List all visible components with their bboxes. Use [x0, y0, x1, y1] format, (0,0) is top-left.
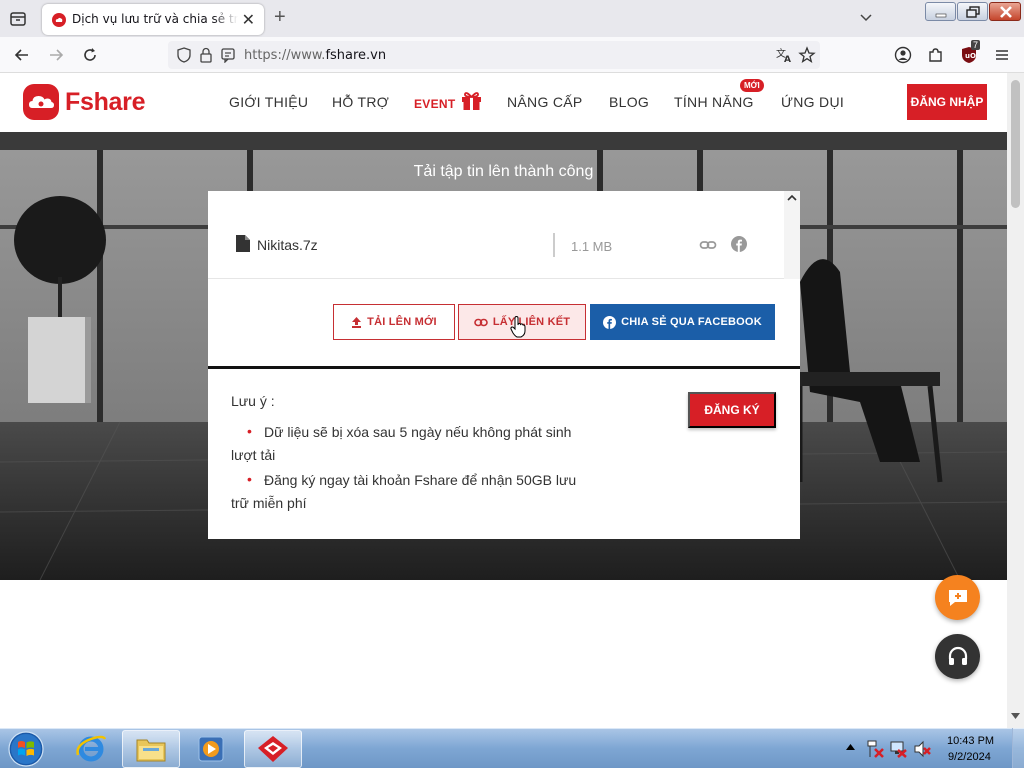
note-item: • Dữ liệu sẽ bị xóa sau 5 ngày nếu không …: [231, 421, 581, 467]
fshare-logo-icon: [23, 84, 59, 120]
account-icon[interactable]: [893, 45, 913, 65]
shield-icon[interactable]: [176, 47, 192, 66]
lock-icon[interactable]: [199, 47, 213, 66]
menu-upgrade[interactable]: NÂNG CẤP: [507, 94, 583, 110]
hero-section: Tải tập tin lên thành công Nikitas.7z 1.…: [0, 132, 1007, 580]
fshare-taskbar-icon[interactable]: [244, 730, 302, 768]
gift-icon[interactable]: [460, 89, 483, 114]
chat-button[interactable]: [935, 575, 980, 620]
note-title: Lưu ý :: [231, 393, 275, 409]
upload-success-title: Tải tập tin lên thành công: [413, 163, 594, 180]
bullet: •: [247, 423, 252, 439]
tab-title: Dịch vụ lưu trữ và chia sẻ trực tuyến: [72, 12, 238, 26]
logo-text: Fshare: [65, 87, 146, 116]
page-scrollbar[interactable]: [1007, 73, 1024, 728]
site-header: Fshare GIỚI THIỆU HỖ TRỢ EVENT NÂNG CẤP …: [0, 73, 1007, 132]
new-badge: MỚI: [740, 79, 764, 92]
extension-badge: 7: [971, 40, 981, 50]
register-button[interactable]: ĐĂNG KÝ: [688, 392, 776, 428]
network-icon[interactable]: [889, 740, 907, 758]
svg-text:uO: uO: [965, 52, 976, 60]
link-icon: [474, 318, 488, 326]
permissions-icon[interactable]: [220, 47, 236, 66]
svg-text:A: A: [784, 55, 791, 64]
fshare-logo[interactable]: Fshare: [23, 84, 145, 120]
fshare-favicon: [52, 13, 66, 30]
url-domain: fshare.vn: [325, 48, 387, 63]
back-icon[interactable]: [12, 45, 32, 65]
window-close-button[interactable]: [989, 2, 1021, 21]
url-bar[interactable]: https://www.fshare.vn 文A: [168, 41, 820, 69]
tab-list-icon[interactable]: [8, 9, 28, 29]
explorer-icon[interactable]: [122, 730, 180, 768]
note-item-text: Đăng ký ngay tài khoản Fshare để nhận 50…: [231, 472, 577, 511]
upload-result-card: Nikitas.7z 1.1 MB TẢI LÊN MỚI LẤY LIÊN K…: [208, 191, 800, 366]
share-facebook-label: CHIA SẺ QUA FACEBOOK: [621, 316, 762, 328]
window-restore-button[interactable]: [957, 2, 988, 21]
menu-about[interactable]: GIỚI THIỆU: [229, 94, 308, 110]
translate-icon[interactable]: 文A: [775, 46, 793, 67]
scroll-down-arrow-icon[interactable]: [1011, 713, 1020, 720]
window-minimize-button[interactable]: [925, 2, 956, 21]
ie-icon[interactable]: [62, 730, 120, 768]
ublock-icon[interactable]: uO 7: [959, 40, 981, 65]
forward-icon[interactable]: [46, 45, 66, 65]
tab-close-button[interactable]: ✕: [242, 10, 255, 30]
menu-blog[interactable]: BLOG: [609, 94, 649, 110]
extensions-icon[interactable]: [926, 45, 946, 65]
show-desktop-button[interactable]: [1012, 728, 1024, 768]
chat-icon: [948, 589, 967, 606]
reload-icon[interactable]: [80, 45, 100, 65]
support-button[interactable]: [935, 634, 980, 679]
action-center-icon[interactable]: [866, 740, 884, 758]
upload-icon: [352, 316, 362, 328]
link-icon[interactable]: [699, 236, 717, 257]
url-prefix: https://www.: [244, 48, 326, 63]
url-text: https://www.fshare.vn: [244, 48, 386, 63]
windows-taskbar: 10:43 PM 9/2/2024: [0, 728, 1024, 768]
facebook-icon[interactable]: [731, 236, 747, 255]
bookmark-star-icon[interactable]: [798, 46, 816, 67]
hand-cursor-icon: [510, 316, 526, 338]
menu-features[interactable]: TÍNH NĂNG: [674, 94, 754, 110]
windows-start-icon[interactable]: [4, 730, 48, 768]
bullet: •: [247, 471, 252, 487]
login-button[interactable]: ĐĂNG NHẬP: [907, 84, 987, 120]
file-icon: [235, 234, 251, 256]
clock-date[interactable]: 9/2/2024: [948, 751, 991, 763]
file-name: Nikitas.7z: [257, 237, 318, 253]
uploaded-file-row: Nikitas.7z 1.1 MB: [208, 191, 784, 279]
note-item: • Đăng ký ngay tài khoản Fshare để nhận 5…: [231, 469, 581, 515]
browser-nav-bar: https://www.fshare.vn 文A uO 7: [0, 37, 1024, 73]
media-player-icon[interactable]: [182, 730, 240, 768]
facebook-icon: [603, 315, 617, 329]
upload-new-button[interactable]: TẢI LÊN MỚI: [333, 304, 455, 340]
chevron-down-icon[interactable]: [858, 10, 874, 29]
file-size: 1.1 MB: [571, 239, 613, 254]
browser-tab-active[interactable]: Dịch vụ lưu trữ và chia sẻ trực tuyến ✕: [42, 4, 264, 35]
note-item-text: Dữ liệu sẽ bị xóa sau 5 ngày nếu không p…: [231, 424, 572, 463]
headset-icon: [948, 646, 967, 665]
menu-event[interactable]: EVENT: [414, 97, 456, 111]
tray-expand-icon[interactable]: [846, 744, 855, 751]
note-card: Lưu ý : • Dữ liệu sẽ bị xóa sau 5 ngày nế…: [208, 366, 800, 539]
menu-icon[interactable]: [992, 45, 1012, 65]
get-link-label: LẤY LIÊN KẾT: [492, 316, 571, 328]
card-scrollbar[interactable]: [784, 191, 800, 279]
clock-time[interactable]: 10:43 PM: [947, 735, 994, 747]
new-tab-button[interactable]: +: [274, 6, 286, 29]
scrollbar-thumb[interactable]: [1011, 80, 1020, 208]
upload-new-label: TẢI LÊN MỚI: [367, 316, 437, 328]
menu-apps[interactable]: ỨNG DỤI: [781, 94, 844, 110]
share-facebook-button[interactable]: CHIA SẺ QUA FACEBOOK: [590, 304, 775, 340]
system-tray: 10:43 PM 9/2/2024: [840, 729, 1024, 768]
volume-icon[interactable]: [913, 740, 931, 758]
browser-tab-bar: Dịch vụ lưu trữ và chia sẻ trực tuyến ✕ …: [0, 0, 1024, 37]
divider: [553, 233, 555, 257]
menu-support[interactable]: HỖ TRỢ: [332, 94, 389, 110]
